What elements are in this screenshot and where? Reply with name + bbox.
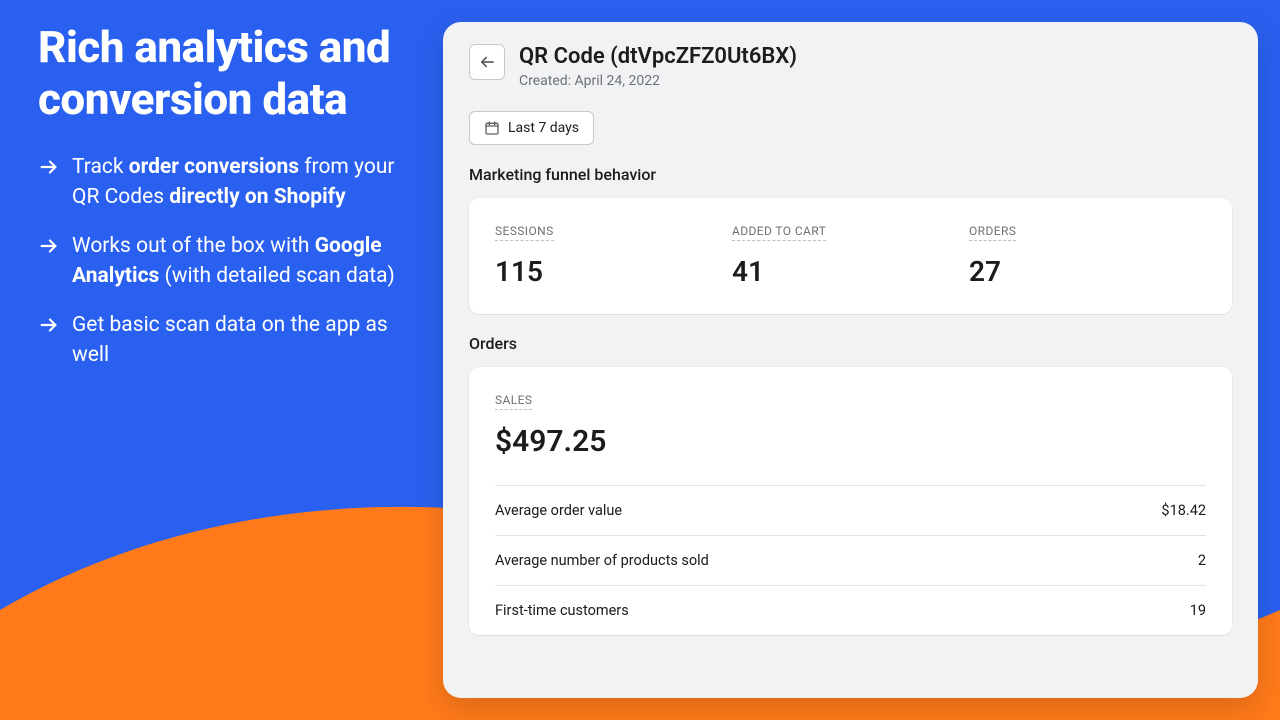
promo-headline: Rich analytics and conversion data [38,22,418,126]
date-range-picker[interactable]: Last 7 days [469,111,594,145]
funnel-card: SESSIONS 115 ADDED TO CART 41 ORDERS 27 [469,198,1232,314]
metric-label: ORDERS [969,224,1016,241]
page-title: QR Code (dtVpcZFZ0Ut6BX) [519,44,797,69]
back-button[interactable] [469,44,505,80]
metric-sessions: SESSIONS 115 [495,220,732,288]
order-stat-row: Average order value $18.42 [495,485,1206,535]
order-stat-row: First-time customers 19 [495,585,1206,635]
sales-label: SALES [495,393,532,410]
metric-orders: ORDERS 27 [969,220,1206,288]
metric-value: 41 [732,255,969,288]
metric-added-to-cart: ADDED TO CART 41 [732,220,969,288]
bullet-1: Track order conversions from your QR Cod… [38,152,418,213]
row-key: First-time customers [495,602,629,619]
promo-bullets: Track order conversions from your QR Cod… [38,152,418,371]
row-key: Average order value [495,502,622,519]
date-range-label: Last 7 days [508,120,579,136]
arrow-right-icon [38,235,60,266]
analytics-panel: QR Code (dtVpcZFZ0Ut6BX) Created: April … [443,22,1258,698]
row-key: Average number of products sold [495,552,709,569]
funnel-section-label: Marketing funnel behavior [469,165,1232,184]
metric-value: 115 [495,255,732,288]
arrow-left-icon [478,53,496,71]
sales-value: $497.25 [495,424,1206,459]
arrow-right-icon [38,314,60,345]
promo-copy: Rich analytics and conversion data Track… [38,22,418,388]
row-value: 2 [1198,552,1206,569]
row-value: $18.42 [1161,502,1206,519]
orders-card: SALES $497.25 Average order value $18.42… [469,367,1232,635]
order-stat-row: Average number of products sold 2 [495,535,1206,585]
metric-value: 27 [969,255,1206,288]
arrow-right-icon [38,156,60,187]
created-date: Created: April 24, 2022 [519,73,797,89]
bullet-2: Works out of the box with Google Analyti… [38,231,418,292]
metric-label: SESSIONS [495,224,554,241]
bullet-3: Get basic scan data on the app as well [38,310,418,371]
row-value: 19 [1190,602,1206,619]
calendar-icon [484,120,500,136]
metric-label: ADDED TO CART [732,224,826,241]
orders-section-label: Orders [469,334,1232,353]
